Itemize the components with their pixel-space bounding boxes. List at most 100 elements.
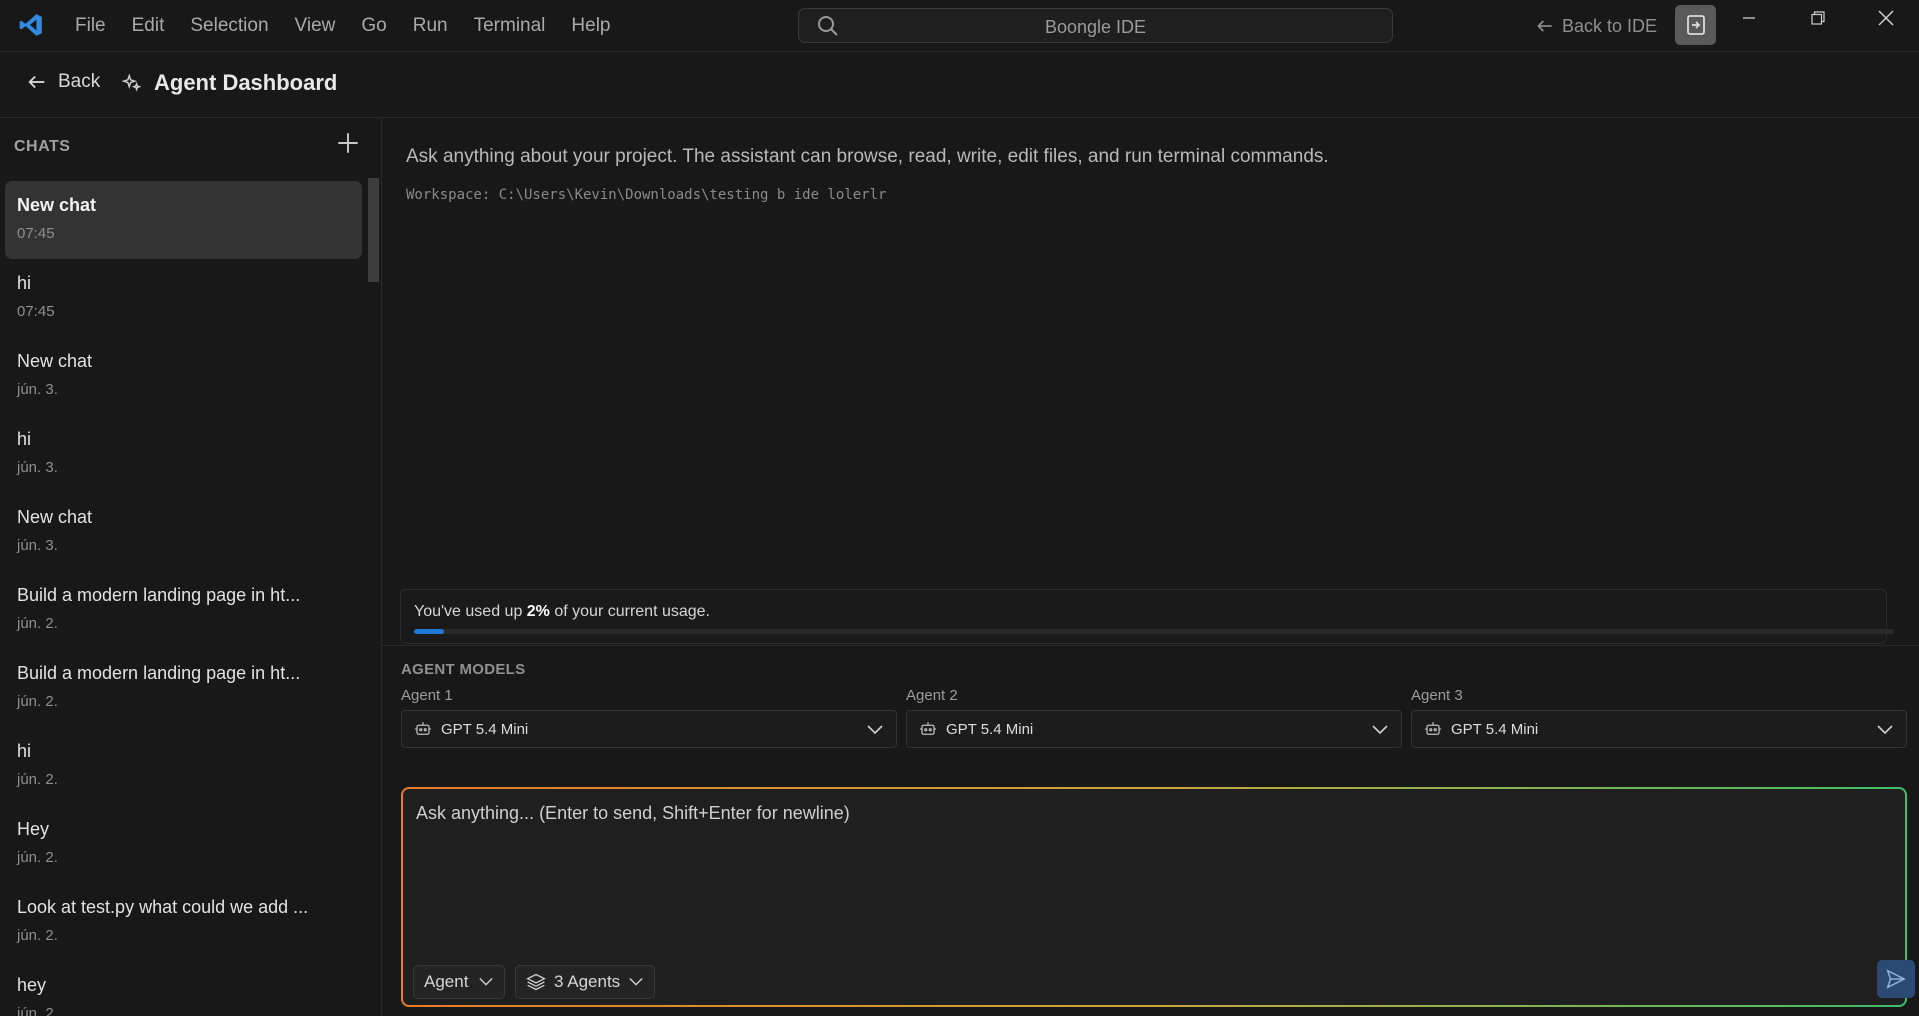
page-title: Agent Dashboard [121,70,337,96]
chat-title: New chat [17,507,93,527]
agents-count-dropdown[interactable]: 3 Agents [515,965,656,999]
chevron-down-icon [629,977,643,986]
chat-list-item[interactable]: hi 07:45 [5,259,362,337]
chat-title: hey [17,975,47,995]
chevron-down-icon [479,977,494,986]
app-logo-icon[interactable] [18,12,44,38]
back-to-ide-button[interactable]: Back to IDE [1535,12,1657,40]
chat-list-item[interactable]: Build a modern landing page in ht... jún.… [5,649,362,727]
restore-icon [1811,11,1825,25]
chat-date: jún. 3. [17,537,58,554]
usage-text: You've used up 2% of your current usage. [414,603,710,620]
menu-view[interactable]: View [282,15,349,37]
mode-dropdown[interactable]: Agent [413,965,506,999]
agent-3-label: Agent 3 [1411,687,1463,704]
new-chat-plus-icon[interactable] [335,130,361,156]
agent-3-model-select[interactable]: GPT 5.4 Mini [1411,710,1907,748]
workspace-path: Workspace: C:\Users\Kevin\Downloads\test… [406,187,887,203]
close-window-button[interactable] [1853,0,1919,36]
main-panel: Ask anything about your project. The ass… [382,118,1919,1016]
agent-1-label: Agent 1 [401,687,453,704]
chat-title: New chat [17,351,93,371]
prompt-input[interactable] [416,803,1886,923]
menu-run[interactable]: Run [400,15,461,37]
agent-1-model-value: GPT 5.4 Mini [441,720,529,738]
chat-list-item[interactable]: hey jún. 2. [5,961,362,1016]
send-button[interactable] [1877,960,1915,998]
chat-list-item[interactable]: Look at test.py what could we add ... jún… [5,883,362,961]
chevron-down-icon [1877,725,1893,735]
chat-title: Build a modern landing page in ht... [17,663,301,683]
toggle-panel-button[interactable] [1675,5,1716,45]
back-button[interactable]: Back [26,71,100,93]
agent-2-column: Agent 2 GPT 5.4 Mini [906,687,1402,748]
robot-icon [1425,722,1441,735]
sparkles-icon [121,73,142,92]
robot-icon [920,722,936,735]
agent-3-model-value: GPT 5.4 Mini [1451,720,1539,738]
chat-list: New chat 07:45 hi 07:45 New chat jún. 3. hi jún… [5,181,362,1016]
minimize-icon [1743,17,1755,19]
chat-list-item[interactable]: Hey jún. 2. [5,805,362,883]
chat-title: hi [17,741,32,761]
close-icon [1878,10,1894,26]
menu-selection[interactable]: Selection [177,15,281,37]
dashboard-header: Back Agent Dashboard [0,53,1919,118]
chat-date: jún. 3. [17,459,58,476]
chat-date: jún. 3. [17,381,58,398]
arrow-left-icon [28,75,45,89]
title-bar: File Edit Selection View Go Run Terminal… [0,0,1919,52]
usage-progress-bar [414,629,1894,634]
agent-2-label: Agent 2 [906,687,958,704]
menu-go[interactable]: Go [348,15,399,37]
page-title-text: Agent Dashboard [154,70,338,95]
arrow-left-icon [1537,20,1552,32]
chat-date: jún. 2. [17,771,58,788]
chat-title: Look at test.py what could we add ... [17,897,309,917]
agent-2-model-select[interactable]: GPT 5.4 Mini [906,710,1402,748]
panel-enter-icon [1686,15,1705,35]
chat-list-item[interactable]: hi jún. 3. [5,415,362,493]
agent-models-heading: AGENT MODELS [401,661,526,678]
chat-date: jún. 2. [17,615,58,632]
chat-list-item[interactable]: New chat 07:45 [5,181,362,259]
chat-list-item[interactable]: hi jún. 2. [5,727,362,805]
mode-label: Agent [424,972,469,991]
minimize-button[interactable] [1716,0,1782,36]
agent-1-model-select[interactable]: GPT 5.4 Mini [401,710,897,748]
chat-title: New chat [17,195,97,215]
agents-count-label: 3 Agents [554,972,621,991]
chat-date: 07:45 [17,303,55,320]
restore-button[interactable] [1785,0,1851,36]
sidebar-scrollbar[interactable] [368,178,379,282]
chat-list-item[interactable]: Build a modern landing page in ht... jún.… [5,571,362,649]
usage-progress-fill [414,629,444,634]
menu-file[interactable]: File [62,15,119,37]
agent-3-column: Agent 3 GPT 5.4 Mini [1411,687,1907,748]
chevron-down-icon [867,725,883,735]
menu-terminal[interactable]: Terminal [461,15,559,37]
chat-date: jún. 2. [17,849,58,866]
chat-title: Hey [17,819,50,839]
chat-title: Build a modern landing page in ht... [17,585,301,605]
composer: Agent 3 Agents [403,789,1915,1005]
menu-edit[interactable]: Edit [119,15,178,37]
chat-sidebar: CHATS New chat 07:45 hi 07:45 New chat jún. 3… [0,118,382,1016]
chat-title: hi [17,273,32,293]
search-box-label: Boongle IDE [1044,17,1147,37]
agent-2-model-value: GPT 5.4 Mini [946,720,1034,738]
intro-text: Ask anything about your project. The ass… [406,146,1329,167]
chat-date: 07:45 [17,225,55,242]
chats-heading: CHATS [14,138,71,155]
agent-1-column: Agent 1 GPT 5.4 Mini [401,687,897,748]
send-icon [1886,969,1906,989]
chat-list-item[interactable]: New chat jún. 3. [5,337,362,415]
back-to-ide-label: Back to IDE [1562,15,1658,36]
menu-help[interactable]: Help [558,15,623,37]
command-search-box[interactable]: Boongle IDE [798,8,1393,43]
robot-icon [415,722,431,735]
usage-percent: 2% [526,603,550,620]
usage-card: You've used up 2% of your current usage. [400,589,1894,644]
chat-title: hi [17,429,32,449]
chat-list-item[interactable]: New chat jún. 3. [5,493,362,571]
